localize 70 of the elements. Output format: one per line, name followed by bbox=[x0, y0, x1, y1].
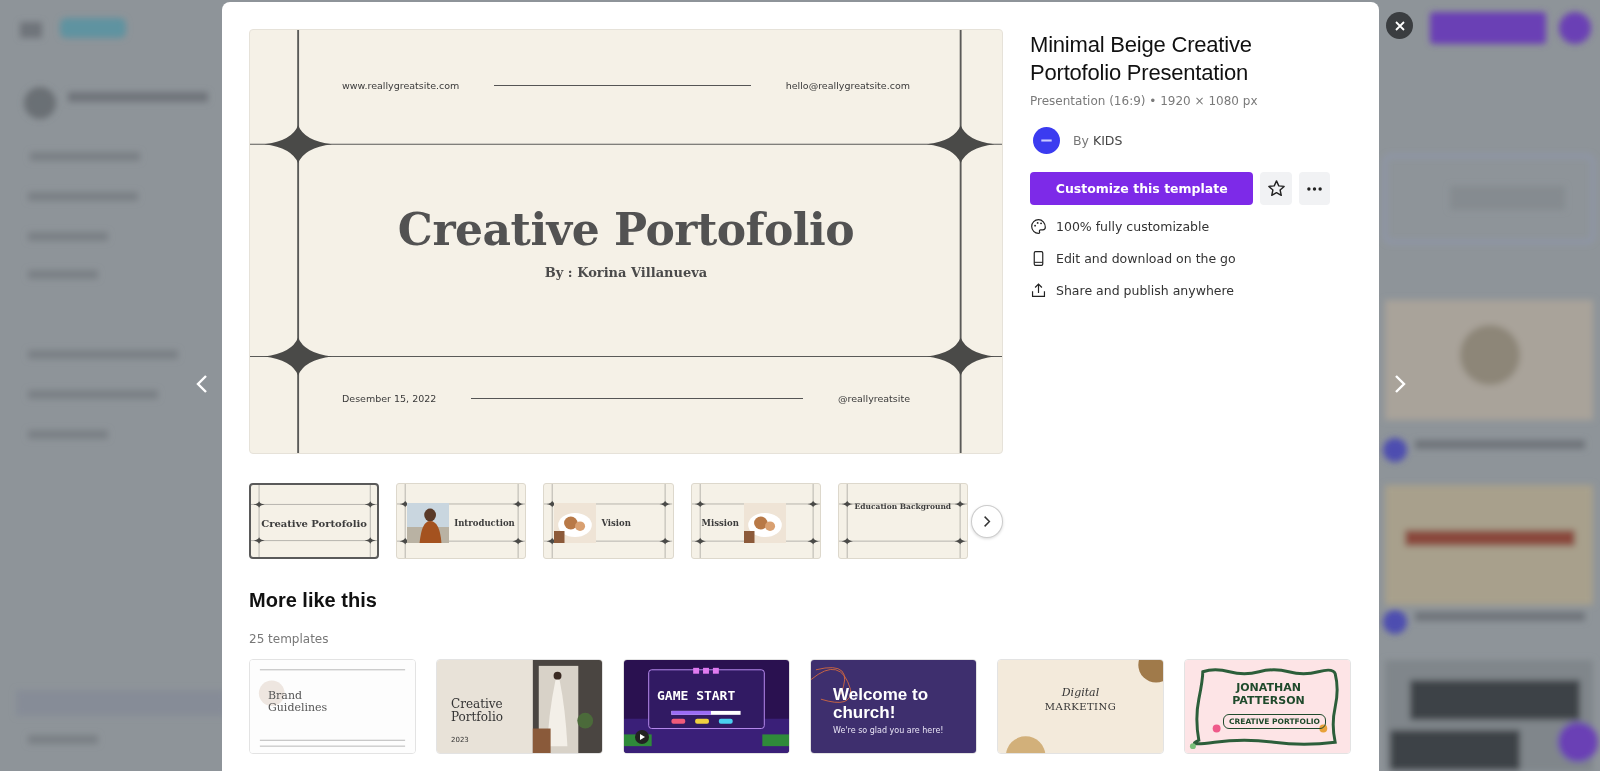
sparkle-icon bbox=[841, 537, 853, 545]
sparkle-icon bbox=[264, 337, 332, 376]
sparkle-icon bbox=[364, 501, 376, 508]
share-icon bbox=[1030, 281, 1047, 299]
sparkle-icon bbox=[954, 500, 966, 508]
more-button[interactable] bbox=[1298, 172, 1330, 205]
sparkle-icon bbox=[694, 500, 706, 508]
sparkle-icon bbox=[841, 500, 853, 508]
star-icon bbox=[1266, 179, 1286, 198]
template-title: Minimal Beige Creative Portofolio Presentation bbox=[1030, 31, 1253, 87]
sparkle-icon bbox=[806, 537, 819, 545]
feature-text: 100% fully customizable bbox=[1056, 218, 1210, 234]
sparkle-icon bbox=[512, 537, 525, 545]
feature-text: Edit and download on the go bbox=[1056, 250, 1236, 266]
avatar-icon bbox=[1033, 127, 1060, 154]
sparkle-icon bbox=[694, 537, 706, 545]
feature-text: Share and publish anywhere bbox=[1056, 282, 1235, 298]
card-title: JONATHAN PATTERSON bbox=[1231, 681, 1306, 707]
thumbnail-title: Creative Portofolio bbox=[261, 517, 368, 529]
next-page-button[interactable] bbox=[970, 504, 1003, 538]
sparkle-icon bbox=[264, 125, 332, 164]
template-count: 25 templates bbox=[249, 632, 330, 646]
card-subtitle: We're so glad you are here! bbox=[833, 726, 944, 735]
sparkle-icon bbox=[954, 537, 966, 545]
template-meta: Presentation (16:9) • 1920 × 1080 px bbox=[1030, 94, 1259, 108]
sparkle-icon bbox=[512, 500, 525, 508]
page-thumbnail[interactable]: Introduction bbox=[396, 483, 527, 559]
page-thumbnail[interactable]: Vision bbox=[543, 483, 674, 559]
sparkle-icon bbox=[659, 537, 672, 545]
sparkle-icon bbox=[659, 500, 672, 508]
close-icon bbox=[1393, 19, 1406, 32]
template-card[interactable]: Digital MARKETING bbox=[997, 659, 1164, 754]
slide-title: Creative Portofolio bbox=[397, 203, 855, 255]
palette-icon bbox=[1030, 217, 1047, 235]
chevron-icon bbox=[982, 514, 991, 528]
page-thumbnail[interactable]: Mission bbox=[690, 483, 821, 559]
author-text: By : Korina Villanueva bbox=[544, 264, 708, 280]
more-icon bbox=[1306, 186, 1322, 191]
card-title: GAME START bbox=[657, 688, 736, 703]
page-thumbnail[interactable]: Creative Portofolio bbox=[249, 483, 380, 559]
card-title: Creative Portfolio bbox=[451, 698, 504, 724]
website-text: www.reallygreatsite.com bbox=[342, 79, 460, 91]
logo-drawing bbox=[60, 18, 126, 38]
favorite-button[interactable] bbox=[1260, 172, 1292, 205]
thumbnail-title: Mission bbox=[701, 518, 739, 528]
card-title: Digital bbox=[1060, 686, 1101, 699]
card-title: Brand Guidelines bbox=[268, 690, 329, 714]
card-subtitle: MARKETING bbox=[1043, 701, 1118, 712]
email-text: hello@reallygreatsite.com bbox=[785, 79, 910, 91]
date-text: Desember 15, 2022 bbox=[342, 392, 437, 404]
author-name: KIDS bbox=[1093, 133, 1123, 148]
profile-avatar-drawing bbox=[1559, 12, 1591, 44]
customize-button[interactable]: Customize this template bbox=[1030, 172, 1254, 205]
thumbnail-title: Introduction bbox=[454, 518, 515, 528]
section-heading: More like this bbox=[249, 589, 378, 612]
sparkle-icon bbox=[253, 537, 265, 544]
by-label: By bbox=[1073, 133, 1089, 148]
sparkle-icon bbox=[364, 537, 376, 544]
sparkle-icon bbox=[926, 125, 995, 164]
template-card[interactable]: Brand Guidelines bbox=[249, 659, 416, 754]
template-card[interactable]: GAME START bbox=[623, 659, 790, 754]
card-title: Welcome to church! bbox=[833, 686, 930, 722]
sparkle-icon bbox=[926, 337, 995, 376]
close-button[interactable] bbox=[1386, 12, 1413, 39]
sparkle-icon bbox=[253, 501, 265, 508]
handle-text: @reallyreatsite bbox=[838, 392, 910, 404]
template-card[interactable]: Welcome to church! We're so glad you are here! bbox=[810, 659, 977, 754]
thumbnail-title: Vision bbox=[601, 518, 631, 528]
play-icon bbox=[635, 730, 649, 744]
help-button-drawing bbox=[1558, 722, 1598, 762]
